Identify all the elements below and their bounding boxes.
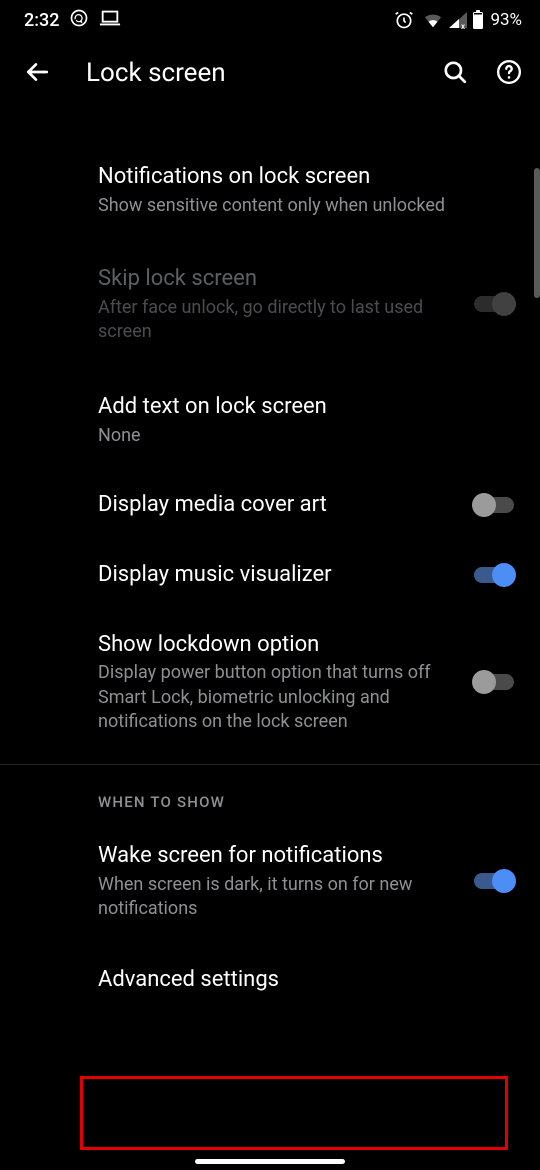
back-button[interactable] xyxy=(24,59,50,88)
row-wake-screen[interactable]: Wake screen for notifications When scree… xyxy=(0,821,540,941)
row-sub: Show sensitive content only when unlocke… xyxy=(98,194,516,218)
laptop-icon xyxy=(99,8,121,33)
highlight-box xyxy=(80,1076,508,1150)
scrollbar[interactable] xyxy=(534,168,540,298)
row-title: Advanced settings xyxy=(98,965,516,995)
help-button[interactable] xyxy=(496,59,522,88)
row-title: Add text on lock screen xyxy=(98,392,516,422)
search-button[interactable] xyxy=(442,59,468,88)
row-advanced-settings[interactable]: Advanced settings xyxy=(0,941,540,1019)
row-skip-lock-screen: Skip lock screen After face unlock, go d… xyxy=(0,238,540,370)
switch-cover-art[interactable] xyxy=(472,493,516,517)
status-time: 2:32 xyxy=(24,10,59,31)
svg-text:x: x xyxy=(461,22,465,29)
row-title: Display media cover art xyxy=(98,490,460,520)
wifi-icon xyxy=(422,11,444,29)
switch-lockdown[interactable] xyxy=(472,670,516,694)
row-sub: After face unlock, go directly to last u… xyxy=(98,296,460,345)
row-sub: None xyxy=(98,424,516,448)
status-left: 2:32 xyxy=(24,8,121,33)
row-title: Display music visualizer xyxy=(98,560,460,590)
row-sub: Display power button option that turns o… xyxy=(98,661,460,734)
page-title: Lock screen xyxy=(86,58,406,88)
row-lockdown[interactable]: Show lockdown option Display power butto… xyxy=(0,610,540,755)
row-title: Wake screen for notifications xyxy=(98,841,460,871)
status-bar: 2:32 x 93% xyxy=(0,0,540,40)
section-header-when-to-show: WHEN TO SHOW xyxy=(0,765,540,821)
row-cover-art[interactable]: Display media cover art xyxy=(0,470,540,540)
battery-percentage: 93% xyxy=(490,10,522,30)
battery-icon xyxy=(472,10,484,30)
nav-handle[interactable] xyxy=(195,1159,345,1164)
row-notifications[interactable]: Notifications on lock screen Show sensit… xyxy=(0,142,540,238)
switch-visualizer[interactable] xyxy=(472,563,516,587)
signal-icon: x xyxy=(448,11,468,29)
settings-list: Notifications on lock screen Show sensit… xyxy=(0,106,540,1019)
row-title: Show lockdown option xyxy=(98,630,460,660)
alarm-icon xyxy=(394,10,414,30)
row-sub: When screen is dark, it turns on for new… xyxy=(98,873,460,922)
switch-skip-lock-screen xyxy=(472,292,516,316)
switch-wake-screen[interactable] xyxy=(472,869,516,893)
row-visualizer[interactable]: Display music visualizer xyxy=(0,540,540,610)
row-add-text[interactable]: Add text on lock screen None xyxy=(0,370,540,470)
status-right: x 93% xyxy=(394,10,522,30)
row-title: Notifications on lock screen xyxy=(98,162,516,192)
row-title: Skip lock screen xyxy=(98,264,460,294)
app-header: Lock screen xyxy=(0,40,540,106)
whatsapp-icon xyxy=(69,8,89,33)
